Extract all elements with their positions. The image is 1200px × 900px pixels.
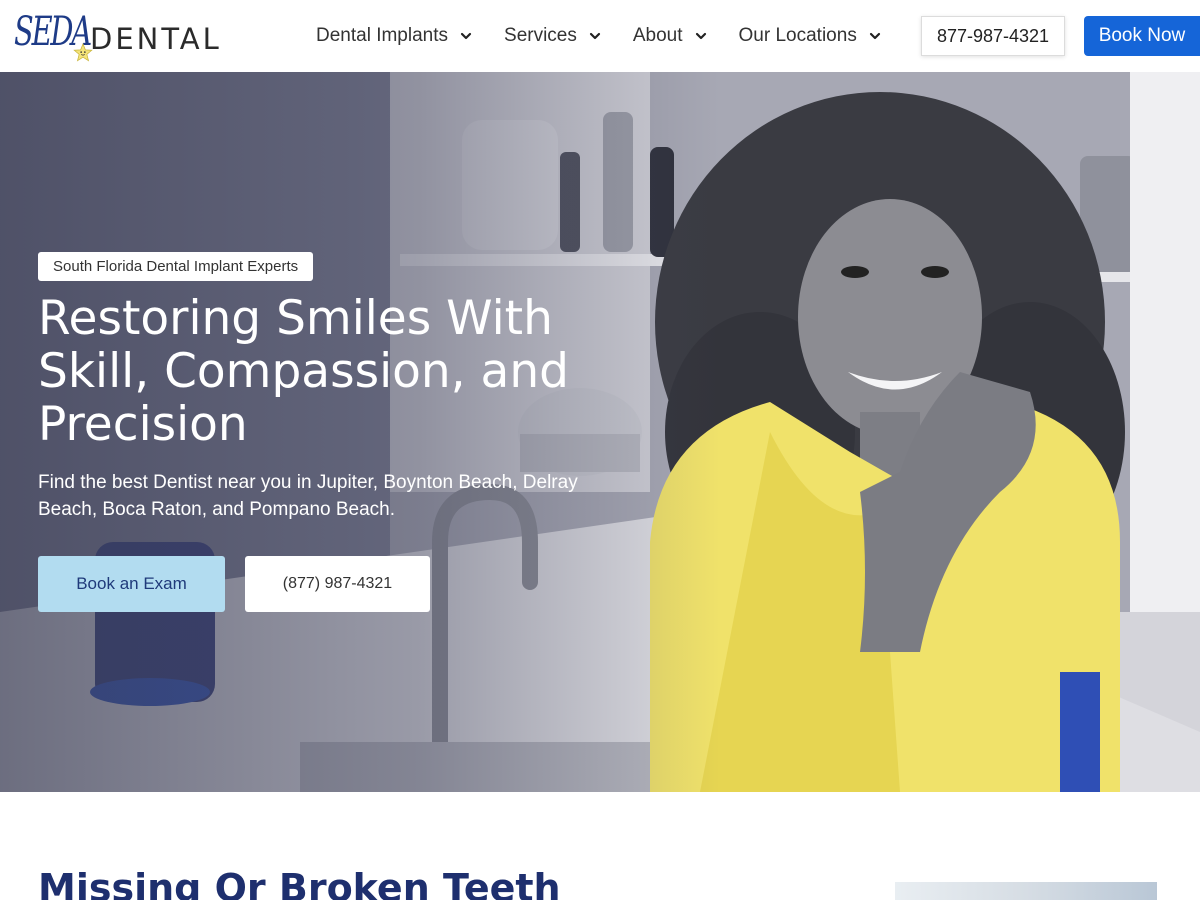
- hero-phone-button[interactable]: (877) 987-4321: [245, 556, 430, 612]
- hero-eyebrow-badge: South Florida Dental Implant Experts: [38, 252, 314, 281]
- nav-item-dental-implants[interactable]: Dental Implants: [316, 0, 472, 72]
- nav-item-our-locations[interactable]: Our Locations: [739, 0, 881, 72]
- hero-title-line: Precision: [38, 397, 248, 452]
- hero-title-line: Restoring Smiles With: [38, 291, 553, 346]
- nav-item-label: Our Locations: [738, 25, 857, 46]
- nav-item-label: Dental Implants: [316, 25, 449, 46]
- nav-item-about[interactable]: About: [633, 0, 707, 72]
- site-header: SEDA DENTAL Dental Implants Services Abo…: [0, 0, 1200, 72]
- chevron-down-icon: [589, 32, 600, 40]
- section-image: [895, 882, 1157, 900]
- nav-item-label: About: [632, 25, 683, 46]
- chevron-down-icon: [869, 32, 880, 40]
- hero-title: Restoring Smiles With Skill, Compassion,…: [38, 292, 618, 451]
- main-nav: Dental Implants Services About Our Locat…: [316, 0, 881, 72]
- hero-title-line: Skill, Compassion, and: [38, 344, 569, 399]
- chevron-down-icon: [460, 32, 472, 40]
- seda-dental-logo[interactable]: SEDA DENTAL: [14, 8, 219, 64]
- book-now-button[interactable]: Book Now: [1084, 16, 1200, 56]
- header-phone-button[interactable]: 877-987-4321: [921, 16, 1065, 56]
- chevron-down-icon: [695, 32, 706, 40]
- logo-dental-text: DENTAL: [90, 22, 222, 56]
- hero-section: South Florida Dental Implant Experts Res…: [0, 72, 1200, 792]
- nav-item-services[interactable]: Services: [504, 0, 601, 72]
- section-title: Missing Or Broken Teeth: [38, 866, 561, 900]
- nav-item-label: Services: [504, 25, 577, 46]
- hero-subtitle: Find the best Dentist near you in Jupite…: [38, 472, 578, 520]
- book-exam-button[interactable]: Book an Exam: [38, 556, 225, 612]
